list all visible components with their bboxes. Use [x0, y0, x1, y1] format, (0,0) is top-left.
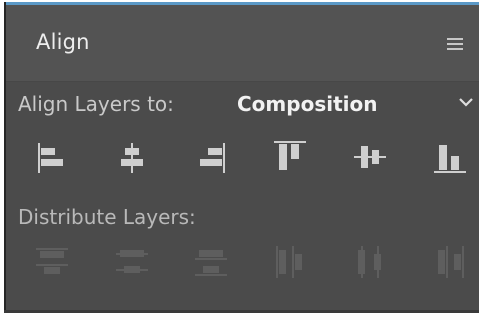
align-bottom-icon[interactable] [430, 137, 470, 177]
distribute-horizontal-center-icon[interactable] [350, 242, 390, 282]
distribute-right-icon[interactable] [430, 242, 470, 282]
chevron-down-icon [459, 98, 473, 107]
distribute-vertical-center-icon[interactable] [112, 242, 152, 282]
distribute-top-icon[interactable] [32, 242, 72, 282]
panel-title: Align [36, 30, 90, 54]
align-panel: Align Align Layers to: Composition Distr… [4, 2, 479, 313]
align-top-icon[interactable] [270, 137, 310, 177]
hamburger-menu-icon[interactable] [447, 38, 463, 51]
dropdown-selected-value: Composition [237, 92, 378, 116]
align-to-dropdown[interactable]: Composition [227, 86, 479, 122]
align-horizontal-center-icon[interactable] [112, 137, 152, 177]
distribute-bottom-icon[interactable] [191, 242, 231, 282]
align-layers-to-label: Align Layers to: [18, 92, 174, 116]
distribute-layers-label: Distribute Layers: [18, 205, 196, 229]
align-vertical-center-icon[interactable] [350, 137, 390, 177]
panel-header: Align [6, 5, 479, 82]
distribute-left-icon[interactable] [270, 242, 310, 282]
panel-bottom-edge [4, 310, 479, 313]
align-right-icon[interactable] [191, 137, 231, 177]
align-left-icon[interactable] [32, 137, 72, 177]
